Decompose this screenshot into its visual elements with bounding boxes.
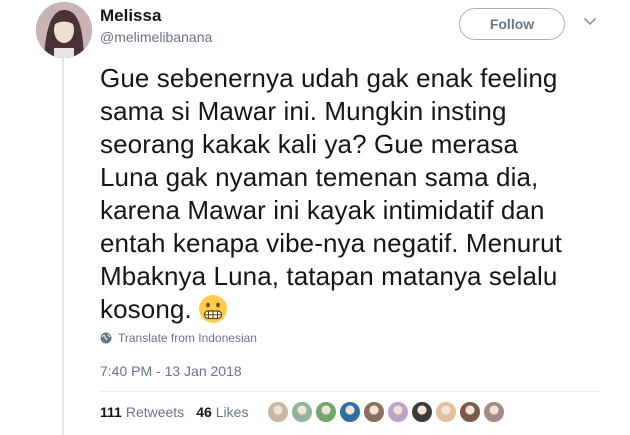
liker-avatar[interactable] — [363, 401, 385, 423]
grimacing-face-icon — [198, 295, 227, 323]
liker-avatar[interactable] — [267, 401, 289, 423]
likers-avatars — [267, 401, 507, 423]
tweet: Melissa @melimelibanana Follow Gue seben… — [0, 0, 630, 435]
tweet-text: Gue sebenernya udah gak enak feeling sam… — [100, 62, 590, 326]
liker-avatar[interactable] — [483, 401, 505, 423]
tweet-stats: 111 Retweets 46 Likes — [100, 404, 260, 420]
translate-label[interactable]: Translate from Indonesian — [118, 331, 257, 345]
likes-stat[interactable]: 46 Likes — [196, 404, 248, 420]
likes-label[interactable]: Likes — [216, 404, 249, 420]
liker-avatar[interactable] — [435, 401, 457, 423]
tweet-timestamp[interactable]: 7:40 PM - 13 Jan 2018 — [100, 363, 242, 379]
avatar[interactable] — [36, 2, 92, 58]
retweets-count[interactable]: 111 — [100, 404, 122, 420]
follow-button[interactable]: Follow — [459, 8, 565, 40]
retweets-stat[interactable]: 111 Retweets — [100, 404, 184, 420]
thread-line — [62, 46, 64, 435]
user-name[interactable]: Melissa — [100, 6, 161, 26]
liker-avatar[interactable] — [459, 401, 481, 423]
retweets-label[interactable]: Retweets — [126, 404, 184, 420]
user-handle[interactable]: @melimelibanana — [100, 29, 212, 45]
liker-avatar[interactable] — [411, 401, 433, 423]
liker-avatar[interactable] — [291, 401, 313, 423]
divider — [100, 391, 600, 392]
globe-icon — [100, 332, 112, 344]
liker-avatar[interactable] — [387, 401, 409, 423]
liker-avatar[interactable] — [315, 401, 337, 423]
tweet-body: Gue sebenernya udah gak enak feeling sam… — [100, 63, 562, 324]
likes-count[interactable]: 46 — [196, 404, 212, 420]
chevron-down-icon[interactable] — [582, 14, 598, 30]
translate-link[interactable]: Translate from Indonesian — [100, 331, 257, 345]
liker-avatar[interactable] — [339, 401, 361, 423]
